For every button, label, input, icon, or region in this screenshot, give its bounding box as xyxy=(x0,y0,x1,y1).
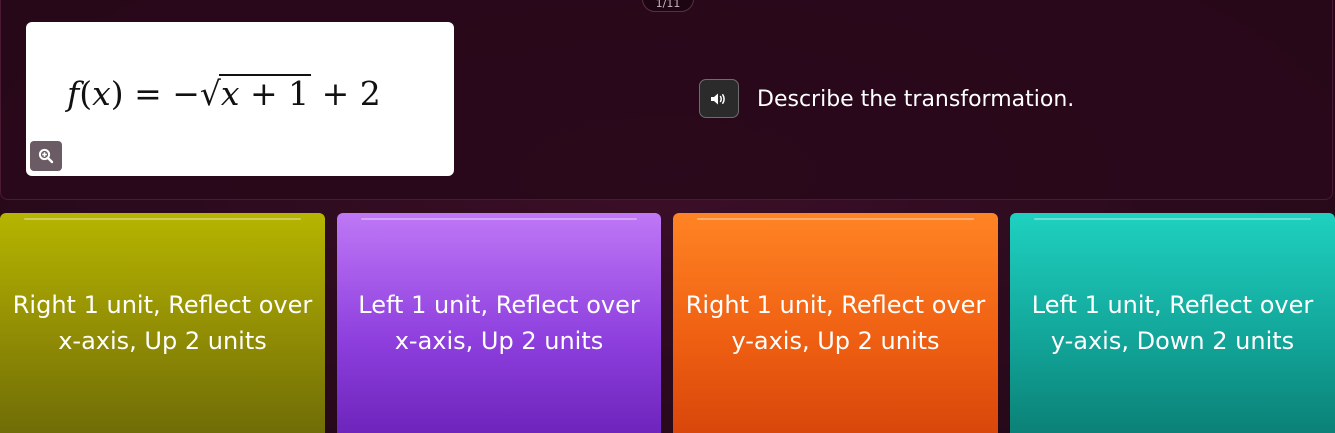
question-progress-label: 1/11 xyxy=(655,0,681,10)
quiz-stage: 1/11 f(x) = −√x + 1 + 2 Describe the tra… xyxy=(0,0,1335,433)
formula-left-paren: ( xyxy=(79,74,93,113)
answer-option-3[interactable]: Right 1 unit, Reflect over y-axis, Up 2 … xyxy=(673,213,998,433)
question-panel: 1/11 f(x) = −√x + 1 + 2 Describe the tra… xyxy=(0,0,1333,200)
answer-option-1[interactable]: Right 1 unit, Reflect over x-axis, Up 2 … xyxy=(0,213,325,433)
formula-radicand-constant: + 1 xyxy=(239,74,310,113)
formula-radicand: x + 1 xyxy=(218,74,312,113)
answer-option-1-text: Right 1 unit, Reflect over x-axis, Up 2 … xyxy=(12,291,313,355)
zoom-image-button[interactable] xyxy=(30,141,62,171)
answer-option-4-text: Left 1 unit, Reflect over y-axis, Down 2… xyxy=(1031,291,1314,355)
answer-option-4[interactable]: Left 1 unit, Reflect over y-axis, Down 2… xyxy=(1010,213,1335,433)
answer-option-2[interactable]: Left 1 unit, Reflect over x-axis, Up 2 u… xyxy=(337,213,661,433)
formula-variable: x xyxy=(92,74,111,113)
question-progress-badge: 1/11 xyxy=(642,0,694,12)
speaker-icon xyxy=(711,93,725,104)
read-aloud-button[interactable] xyxy=(699,79,739,118)
answer-option-2-text: Left 1 unit, Reflect over x-axis, Up 2 u… xyxy=(358,291,640,355)
zoom-in-icon xyxy=(38,148,54,164)
formula-function-name: f xyxy=(67,74,80,113)
formula-equals-negative: = − xyxy=(123,74,200,113)
formula-sqrt-symbol: √ xyxy=(199,74,221,113)
answer-option-3-text: Right 1 unit, Reflect over y-axis, Up 2 … xyxy=(685,291,986,355)
question-prompt: Describe the transformation. xyxy=(757,87,1075,112)
question-formula: f(x) = −√x + 1 + 2 xyxy=(67,74,381,113)
formula-right-paren: ) xyxy=(110,74,124,113)
formula-tail: + 2 xyxy=(311,74,381,113)
formula-radicand-variable: x xyxy=(220,74,240,113)
